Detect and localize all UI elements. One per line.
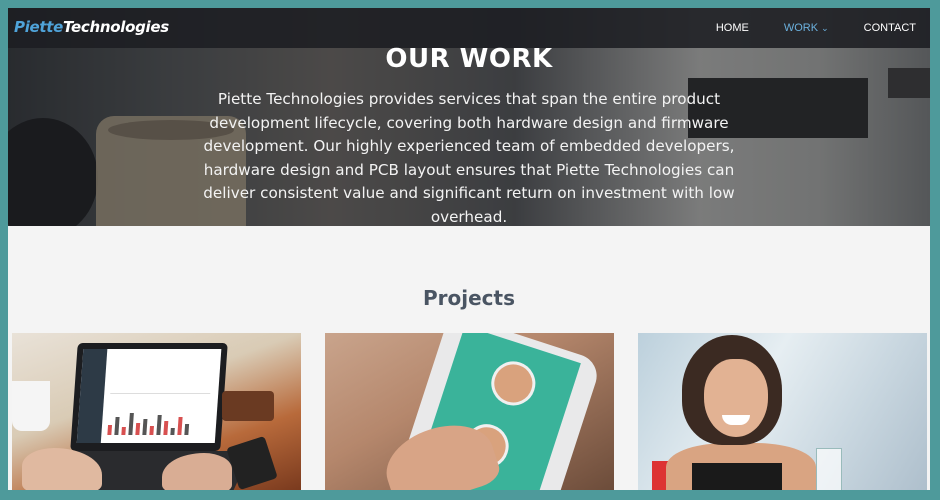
projects-heading: Projects: [422, 286, 515, 310]
dashboard-chart: [110, 369, 212, 394]
nav-work-label: WORK: [783, 22, 819, 34]
face-shape: [704, 359, 768, 437]
brand-part1: Piette: [14, 18, 64, 36]
nav-menu: HOME WORK ⌄ CONTACT: [681, 8, 916, 48]
page-frame: PietteTechnologies HOME WORK ⌄ CONTACT OU…: [8, 8, 930, 490]
nav-work[interactable]: WORK ⌄: [784, 22, 829, 34]
project-card-woman[interactable]: [638, 333, 927, 490]
profile-avatar: [485, 355, 542, 412]
clothing-shape: [692, 463, 782, 490]
nav-contact[interactable]: CONTACT: [864, 22, 916, 34]
dashboard-sidebar: [76, 349, 108, 443]
cake-shape: [222, 391, 274, 421]
brand-part2: Technologies: [63, 18, 169, 36]
project-card-laptop[interactable]: [12, 333, 301, 490]
page-title: OUR WORK: [385, 44, 553, 74]
navbar: PietteTechnologies HOME WORK ⌄ CONTACT: [8, 8, 930, 48]
brand-logo[interactable]: PietteTechnologies: [14, 18, 169, 36]
hero-section: PietteTechnologies HOME WORK ⌄ CONTACT OU…: [8, 8, 930, 226]
hero-description: Piette Technologies provides services th…: [203, 90, 735, 226]
chevron-down-icon: ⌄: [821, 23, 829, 33]
glass-shape: [816, 448, 842, 490]
nav-home[interactable]: HOME: [716, 22, 749, 34]
laptop-shape: [70, 343, 228, 451]
laptop-screen: [76, 349, 222, 443]
cup-shape: [12, 381, 50, 431]
project-card-phone[interactable]: [325, 333, 614, 490]
dashboard-bars: [107, 407, 209, 435]
